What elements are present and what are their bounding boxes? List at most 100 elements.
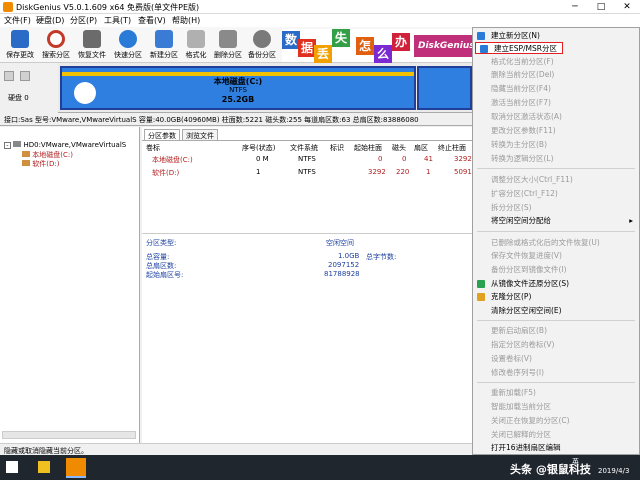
- menu-tools[interactable]: 工具(T): [104, 15, 131, 26]
- close-button[interactable]: ✕: [614, 0, 640, 14]
- menu-item-esp-msr[interactable]: 建立ESP/MSR分区: [475, 42, 563, 54]
- menu-help[interactable]: 帮助(H): [172, 15, 200, 26]
- menu-label: 拆分分区(S): [491, 203, 532, 212]
- menu-item-change-params[interactable]: 更改分区参数(F11): [473, 125, 639, 137]
- menu-label: 备份分区到镜像文件(I): [491, 265, 567, 274]
- menu-item-wipe-free[interactable]: 清除分区空闲空间(E): [473, 305, 639, 317]
- col-header[interactable]: 文件系统: [290, 143, 318, 153]
- menu-label: 关闭正在恢复的分区(C): [491, 416, 570, 425]
- menu-label: 建立新分区(N): [491, 31, 540, 40]
- submenu-arrow-icon: ▸: [629, 216, 633, 225]
- search-partition-button[interactable]: 搜索分区: [38, 29, 74, 61]
- menu-item-save-progress[interactable]: 保存文件恢复进度(V): [473, 250, 639, 262]
- col-header[interactable]: 起始柱面: [354, 143, 382, 153]
- maximize-button[interactable]: □: [588, 0, 614, 14]
- detail-type-value: 空闲空间: [326, 239, 354, 247]
- menu-view[interactable]: 查看(V): [138, 15, 166, 26]
- menu-item-split[interactable]: 拆分分区(S): [473, 202, 639, 214]
- menu-item-activate[interactable]: 激活当前分区(F7): [473, 97, 639, 109]
- tree-scrollbar[interactable]: [2, 431, 136, 439]
- file-explorer-icon[interactable]: [38, 461, 50, 473]
- detail-total-value: 1.0GB: [338, 252, 360, 260]
- tree-partition-d[interactable]: 软件(D:): [22, 159, 59, 169]
- menu-label: 隐藏当前分区(F4): [491, 84, 551, 93]
- menu-item-restore-image[interactable]: 从镜像文件还原分区(S): [473, 278, 639, 290]
- menu-file[interactable]: 文件(F): [4, 15, 31, 26]
- menu-item-hex-editor[interactable]: 打开16进制扇区编辑: [473, 442, 639, 454]
- menu-item-smart-load[interactable]: 智能加载当前分区: [473, 401, 639, 413]
- menu-partition[interactable]: 分区(P): [70, 15, 97, 26]
- menu-item-close-interpreted[interactable]: 关闭已解释的分区: [473, 429, 639, 441]
- menu-item-format[interactable]: 格式化当前分区(F): [473, 56, 639, 68]
- table-row[interactable]: 本地磁盘(C:) 0 M NTFS 0 0 41 3292: [142, 155, 472, 166]
- app-icon: [3, 2, 13, 12]
- menu-item-delete[interactable]: 删除当前分区(Del): [473, 69, 639, 81]
- menu-item-new-partition[interactable]: 建立新分区(N): [473, 30, 639, 42]
- menu-item-change-serial[interactable]: 修改卷序列号(I): [473, 367, 639, 379]
- menu-label: 从镜像文件还原分区(S): [491, 279, 570, 288]
- detail-type-label: 分区类型:: [146, 239, 177, 247]
- col-header[interactable]: 卷标: [146, 143, 160, 153]
- menu-item-to-logical[interactable]: 转换为逻辑分区(L): [473, 153, 639, 165]
- col-header[interactable]: 终止柱面: [438, 143, 466, 153]
- cell-fs: NTFS: [298, 168, 316, 176]
- quick-partition-button[interactable]: 快速分区: [110, 29, 146, 61]
- start-windows-icon[interactable]: [6, 461, 18, 473]
- col-header[interactable]: 扇区: [414, 143, 428, 153]
- new-partition-button[interactable]: 新建分区: [146, 29, 182, 61]
- table-row[interactable]: 软件(D:) 1 NTFS 3292 220 1 5091: [142, 168, 472, 179]
- menu-item-backup-image[interactable]: 备份分区到镜像文件(I): [473, 264, 639, 276]
- menu-item-update-boot[interactable]: 更新启动扇区(B): [473, 325, 639, 337]
- banner-brand: DiskGenius: [414, 35, 474, 57]
- nav-left-icon[interactable]: [4, 71, 14, 81]
- col-header[interactable]: 标识: [330, 143, 344, 153]
- save-changes-button[interactable]: 保存更改: [2, 29, 38, 61]
- menu-label: 格式化当前分区(F): [491, 57, 554, 66]
- partition-fs: NTFS: [229, 86, 247, 94]
- menu-item-reload[interactable]: 重新加载(F5): [473, 387, 639, 399]
- minimize-button[interactable]: ─: [562, 0, 588, 14]
- menu-item-assign-label[interactable]: 指定分区的卷标(V): [473, 339, 639, 351]
- menu-label: 扩容分区(Ctrl_F12): [491, 189, 558, 198]
- recover-files-button[interactable]: 恢复文件: [74, 29, 110, 61]
- menu-item-deactivate[interactable]: 取消分区激活状态(A): [473, 111, 639, 123]
- backup-partition-button[interactable]: 备份分区: [244, 29, 280, 61]
- menu-item-resize[interactable]: 调整分区大小(Ctrl_F11): [473, 174, 639, 186]
- menu-separator: [477, 320, 635, 321]
- delete-partition-button[interactable]: 删除分区: [210, 29, 246, 61]
- col-header[interactable]: 序号(状态): [242, 143, 275, 153]
- cell-fs: NTFS: [298, 155, 316, 163]
- menu-label: 修改卷序列号(I): [491, 368, 545, 377]
- tab-browse-files[interactable]: 浏览文件: [182, 129, 218, 140]
- partition-c-block[interactable]: 本地磁盘(C:) NTFS 25.2GB: [60, 66, 416, 110]
- status-bar: 隐藏或取消隐藏当前分区。: [0, 443, 472, 455]
- detail-divider: [142, 233, 472, 234]
- format-button[interactable]: 格式化: [178, 29, 214, 61]
- clock-date[interactable]: 2019/4/3: [598, 467, 629, 475]
- menu-item-recover-files[interactable]: 已删除或格式化后的文件恢复(U): [473, 237, 639, 249]
- detail-start-value: 81788928: [324, 270, 360, 278]
- disk-panel[interactable]: 硬盘 0: [0, 63, 58, 113]
- menu-item-clone[interactable]: 克隆分区(P): [473, 291, 639, 303]
- menu-item-to-primary[interactable]: 转换为主分区(B): [473, 139, 639, 151]
- diskgenius-taskbar-icon[interactable]: [66, 458, 86, 478]
- menu-item-close-recovering[interactable]: 关闭正在恢复的分区(C): [473, 415, 639, 427]
- collapse-icon[interactable]: -: [4, 142, 11, 149]
- tab-partition-params[interactable]: 分区参数: [144, 129, 180, 140]
- menu-item-hide[interactable]: 隐藏当前分区(F4): [473, 83, 639, 95]
- menu-item-set-label[interactable]: 设置卷标(V): [473, 353, 639, 365]
- tree-disk-node[interactable]: - HD0:VMware,VMwareVirtualS: [4, 141, 126, 149]
- partition-d-block[interactable]: [417, 66, 472, 110]
- new-partition-icon: [155, 30, 173, 48]
- menu-label: 重新加载(F5): [491, 388, 536, 397]
- quick-partition-icon: [119, 30, 137, 48]
- menu-item-extend[interactable]: 扩容分区(Ctrl_F12): [473, 188, 639, 200]
- ad-banner[interactable]: 数 据 丢 失 怎 么 办 DiskGenius: [282, 29, 474, 63]
- col-header[interactable]: 磁头: [392, 143, 406, 153]
- context-menu: 建立新分区(N) 建立ESP/MSR分区 格式化当前分区(F) 删除当前分区(D…: [472, 27, 640, 455]
- nav-right-icon[interactable]: [20, 71, 30, 81]
- menu-item-allocate-free[interactable]: 将空闲空间分配给 ▸: [473, 215, 639, 227]
- ime-indicator[interactable]: 英: [572, 457, 579, 467]
- menu-disk[interactable]: 硬盘(D): [36, 15, 64, 26]
- banner-char: 么: [374, 45, 392, 63]
